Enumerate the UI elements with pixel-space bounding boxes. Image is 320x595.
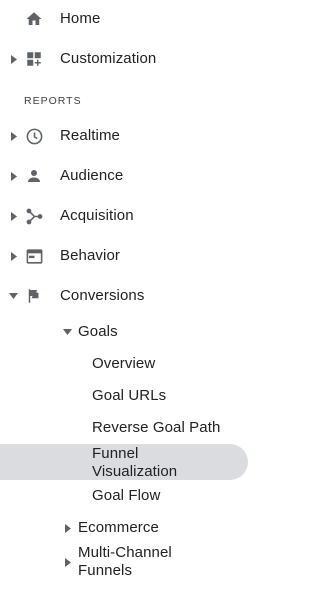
clock-icon: [23, 125, 45, 147]
nav-item-funnel-visualization[interactable]: Funnel Visualization: [0, 444, 273, 480]
nav-item-multi-channel-funnels[interactable]: Multi-Channel Funnels: [0, 543, 273, 581]
nav-item-goal-flow-label: Goal Flow: [92, 487, 161, 504]
expand-arrow-icon[interactable]: [9, 131, 19, 141]
nav-item-customization[interactable]: Customization: [0, 46, 273, 72]
nav-item-reverse-goal-path[interactable]: Reverse Goal Path: [0, 416, 273, 440]
nav-item-funnel-visualization-label-line1: Funnel: [92, 445, 139, 462]
home-icon: [23, 8, 45, 30]
nav-item-audience-label: Audience: [60, 167, 124, 184]
nav-item-customization-label: Customization: [60, 50, 157, 67]
dashboard-customize-icon: [23, 48, 45, 70]
nav-item-funnel-visualization-label-line2: Visualization: [92, 463, 178, 480]
nav-item-realtime-label: Realtime: [60, 127, 120, 144]
nav-item-acquisition-label: Acquisition: [60, 207, 134, 224]
expand-arrow-icon[interactable]: [9, 171, 19, 181]
nav-item-conversions[interactable]: Conversions: [0, 283, 273, 309]
nav-item-conversions-label: Conversions: [60, 287, 145, 304]
nav-item-goal-urls[interactable]: Goal URLs: [0, 384, 273, 408]
section-header-reports: REPORTS: [24, 95, 82, 107]
person-icon: [23, 165, 45, 187]
flag-icon: [23, 285, 45, 307]
nav-item-goal-flow[interactable]: Goal Flow: [0, 484, 273, 508]
expand-arrow-icon[interactable]: [9, 54, 19, 64]
nav-item-ecommerce[interactable]: Ecommerce: [0, 515, 273, 541]
collapse-arrow-icon[interactable]: [62, 327, 72, 337]
expand-arrow-icon[interactable]: [63, 557, 73, 567]
expand-arrow-icon[interactable]: [63, 523, 73, 533]
expand-arrow-icon[interactable]: [9, 211, 19, 221]
nav-item-audience[interactable]: Audience: [0, 163, 273, 189]
nav-item-behavior[interactable]: Behavior: [0, 243, 273, 269]
nav-item-home-label: Home: [60, 10, 101, 27]
nav-item-home[interactable]: Home: [0, 6, 273, 32]
nav-item-behavior-label: Behavior: [60, 247, 121, 264]
nav-item-ecommerce-label: Ecommerce: [78, 519, 159, 536]
nav-item-overview[interactable]: Overview: [0, 352, 273, 376]
nav-item-acquisition[interactable]: Acquisition: [0, 203, 273, 229]
nav-item-goals[interactable]: Goals: [0, 319, 273, 345]
nav-item-goal-urls-label: Goal URLs: [92, 387, 167, 404]
collapse-arrow-icon[interactable]: [8, 291, 18, 301]
nav-item-multi-channel-label-line2: Funnels: [78, 562, 133, 579]
nav-item-realtime[interactable]: Realtime: [0, 123, 273, 149]
acquisition-merge-icon: [23, 205, 45, 227]
web-window-icon: [23, 245, 45, 267]
nav-item-multi-channel-label-line1: Multi-Channel: [78, 544, 172, 561]
nav-item-overview-label: Overview: [92, 355, 156, 372]
nav-item-goals-label: Goals: [78, 323, 118, 340]
reports-sidebar-nav: Home Customization REPORTS Realtime Audi…: [0, 0, 273, 595]
expand-arrow-icon[interactable]: [9, 251, 19, 261]
nav-item-reverse-goal-path-label: Reverse Goal Path: [92, 419, 221, 436]
